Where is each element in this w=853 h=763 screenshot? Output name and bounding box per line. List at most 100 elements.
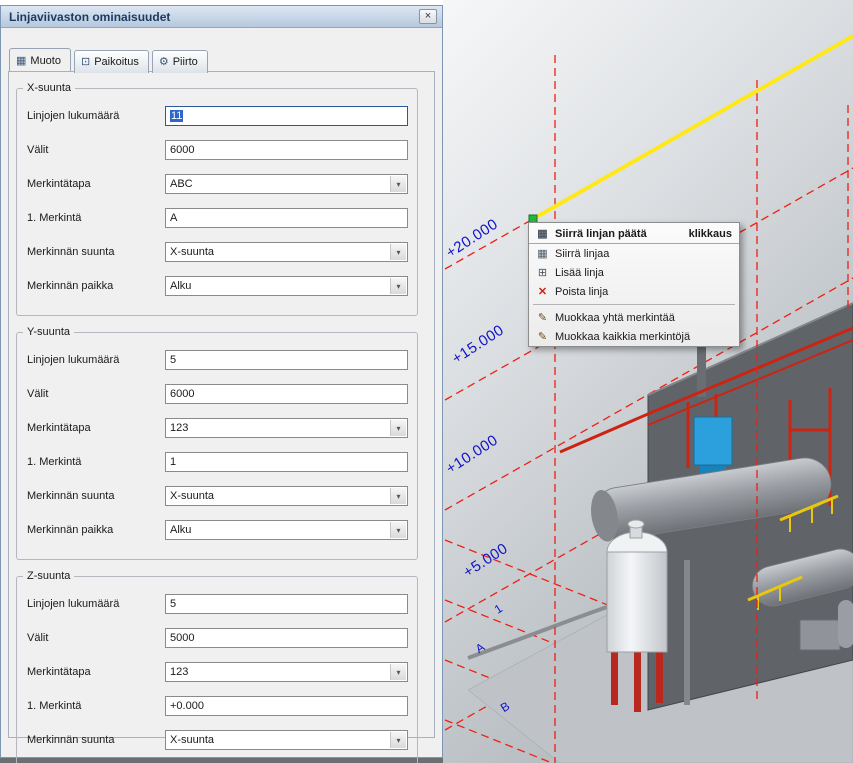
field-label: Merkinnän paikka — [27, 280, 165, 292]
field-row: Merkinnän suunta X-suunta▾ — [27, 241, 407, 263]
chevron-down-icon: ▾ — [390, 244, 406, 260]
grid-icon: ▦ — [16, 54, 26, 67]
z-label-direction-select[interactable]: X-suunta▾ — [165, 730, 408, 750]
tab-piirto[interactable]: ⚙ Piirto — [152, 50, 208, 73]
small-vessel — [838, 600, 853, 648]
chevron-down-icon: ▾ — [390, 176, 406, 192]
menu-item-lisaa-linja[interactable]: ⊞ Lisää linja — [529, 263, 739, 282]
dialog-titlebar[interactable]: Linjaviivaston ominaisuudet × — [1, 6, 442, 28]
x-first-label-input[interactable]: A — [165, 208, 408, 228]
x-label-direction-select[interactable]: X-suunta▾ — [165, 242, 408, 262]
field-label: Linjojen lukumäärä — [27, 354, 165, 366]
3d-viewport[interactable]: +20.000 +15.000 +10.000 +5.000 1 A B ▦ S… — [443, 0, 853, 763]
groupbox-y: Y-suunta Linjojen lukumäärä 5 Välit 6000… — [16, 332, 418, 560]
dialog-title: Linjaviivaston ominaisuudet — [9, 10, 170, 24]
edit-one-label-icon: ✎ — [535, 311, 550, 324]
chevron-down-icon: ▾ — [390, 664, 406, 680]
menu-item-muokkaa-kaikkia[interactable]: ✎ Muokkaa kaikkia merkintöjä — [529, 327, 739, 346]
add-line-icon: ⊞ — [535, 266, 550, 279]
edit-all-labels-icon: ✎ — [535, 330, 550, 343]
field-label: Merkinnän suunta — [27, 490, 165, 502]
tab-panel: X-suunta Linjojen lukumäärä 11 Välit 600… — [8, 71, 435, 738]
menu-item-siirra-linjaa[interactable]: ▦ Siirrä linjaa — [529, 244, 739, 263]
equipment-box — [800, 620, 840, 650]
3d-scene — [443, 0, 853, 763]
field-label: Linjojen lukumäärä — [27, 598, 165, 610]
y-label-position-select[interactable]: Alku▾ — [165, 520, 408, 540]
chevron-down-icon: ▾ — [390, 420, 406, 436]
groupbox-title: X-suunta — [23, 82, 75, 94]
field-label: Välit — [27, 388, 165, 400]
placement-icon: ⊡ — [81, 55, 90, 68]
delete-line-icon: ✕ — [535, 285, 550, 298]
field-row: Merkinnän paikka Alku▾ — [27, 519, 407, 541]
close-button[interactable]: × — [419, 9, 437, 24]
field-label: Merkintätapa — [27, 422, 165, 434]
z-line-count-input[interactable]: 5 — [165, 594, 408, 614]
field-label: Merkinnän suunta — [27, 246, 165, 258]
context-menu-shortcut: klikkaus — [689, 228, 732, 240]
x-line-count-input[interactable]: 11 — [165, 106, 408, 126]
field-label: Merkintätapa — [27, 666, 165, 678]
field-row: Välit 5000 — [27, 627, 407, 649]
field-label: Merkinnän suunta — [27, 734, 165, 746]
x-label-position-select[interactable]: Alku▾ — [165, 276, 408, 296]
field-row: Linjojen lukumäärä 11 — [27, 105, 407, 127]
move-line-icon: ▦ — [535, 247, 550, 260]
field-row: Välit 6000 — [27, 383, 407, 405]
chevron-down-icon: ▾ — [390, 732, 406, 748]
tab-bar: ▦ Muoto ⊡ Paikoitus ⚙ Piirto — [9, 48, 442, 71]
field-row: Merkinnän suunta X-suunta▾ — [27, 485, 407, 507]
chevron-down-icon: ▾ — [390, 278, 406, 294]
field-label: Välit — [27, 632, 165, 644]
x-label-style-select[interactable]: ABC▾ — [165, 174, 408, 194]
groupbox-z: Z-suunta Linjojen lukumäärä 5 Välit 5000… — [16, 576, 418, 763]
tab-muoto[interactable]: ▦ Muoto — [9, 48, 71, 71]
application-window: +20.000 +15.000 +10.000 +5.000 1 A B ▦ S… — [0, 0, 853, 763]
menu-separator — [533, 304, 735, 305]
z-label-style-select[interactable]: 123▾ — [165, 662, 408, 682]
chevron-down-icon: ▾ — [390, 522, 406, 538]
move-line-end-icon: ▦ — [535, 227, 550, 240]
groupbox-title: Y-suunta — [23, 326, 74, 338]
context-menu-title: Siirrä linjan päätä — [555, 228, 647, 240]
plant-model — [468, 303, 853, 763]
blue-cabinet — [694, 417, 732, 465]
field-row: Merkintätapa ABC▾ — [27, 173, 407, 195]
y-label-direction-select[interactable]: X-suunta▾ — [165, 486, 408, 506]
tab-paikoitus[interactable]: ⊡ Paikoitus — [74, 50, 149, 73]
field-label: Merkintätapa — [27, 178, 165, 190]
menu-item-muokkaa-yhta[interactable]: ✎ Muokkaa yhtä merkintää — [529, 308, 739, 327]
field-row: Merkinnän paikka Alku▾ — [27, 275, 407, 297]
chevron-down-icon: ▾ — [390, 488, 406, 504]
gray-pipe-vertical — [684, 560, 690, 705]
z-spacing-input[interactable]: 5000 — [165, 628, 408, 648]
field-row: Välit 6000 — [27, 139, 407, 161]
field-row: Linjojen lukumäärä 5 — [27, 349, 407, 371]
menu-item-poista-linja[interactable]: ✕ Poista linja — [529, 282, 739, 301]
x-spacing-input[interactable]: 6000 — [165, 140, 408, 160]
field-label: Linjojen lukumäärä — [27, 110, 165, 122]
grid-context-menu: ▦ Siirrä linjan päätä klikkaus ▦ Siirrä … — [528, 222, 740, 347]
groupbox-title: Z-suunta — [23, 570, 74, 582]
field-row: Linjojen lukumäärä 5 — [27, 593, 407, 615]
context-menu-header: ▦ Siirrä linjan päätä klikkaus — [529, 223, 739, 244]
field-label: 1. Merkintä — [27, 700, 165, 712]
highlighted-grid-line[interactable] — [533, 36, 853, 219]
properties-dialog: Linjaviivaston ominaisuudet × ▦ Muoto ⊡ … — [0, 5, 443, 758]
gear-icon: ⚙ — [159, 55, 169, 68]
field-row: 1. Merkintä A — [27, 207, 407, 229]
y-first-label-input[interactable]: 1 — [165, 452, 408, 472]
close-icon: × — [425, 11, 431, 22]
y-spacing-input[interactable]: 6000 — [165, 384, 408, 404]
vertical-tank — [607, 520, 667, 712]
field-label: 1. Merkintä — [27, 456, 165, 468]
field-row: 1. Merkintä +0.000 — [27, 695, 407, 717]
field-row: Merkintätapa 123▾ — [27, 661, 407, 683]
field-row: Merkinnän suunta X-suunta▾ — [27, 729, 407, 751]
z-first-label-input[interactable]: +0.000 — [165, 696, 408, 716]
y-line-count-input[interactable]: 5 — [165, 350, 408, 370]
field-row: 1. Merkintä 1 — [27, 451, 407, 473]
y-label-style-select[interactable]: 123▾ — [165, 418, 408, 438]
field-row: Merkintätapa 123▾ — [27, 417, 407, 439]
